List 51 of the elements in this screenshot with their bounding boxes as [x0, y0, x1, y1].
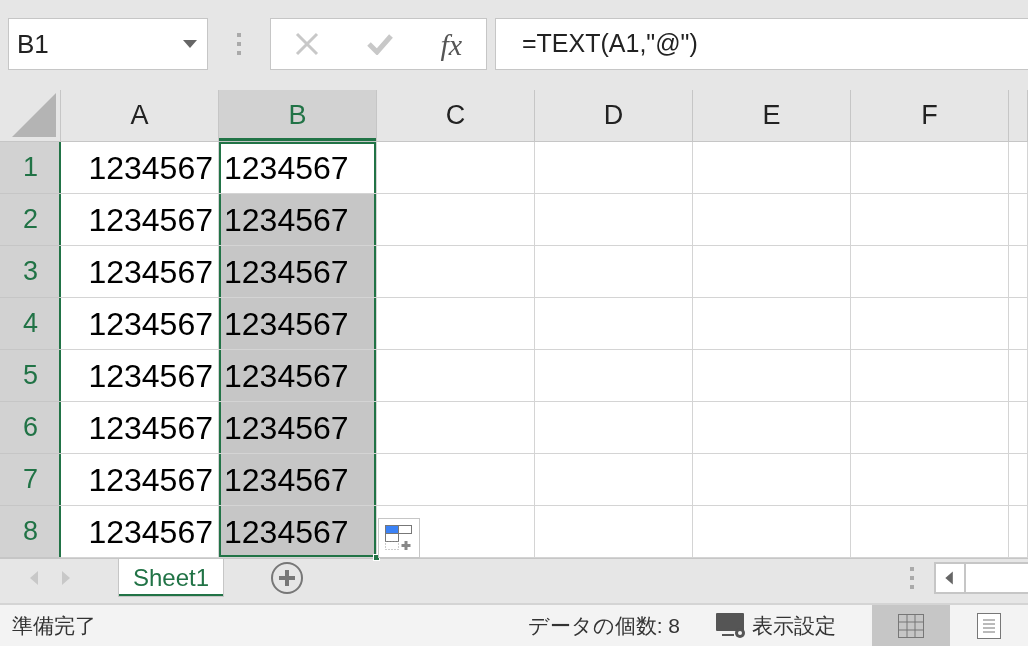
scroll-right-icon[interactable] — [62, 571, 70, 585]
grip-dots-icon — [910, 567, 914, 589]
column-header[interactable]: E — [693, 90, 851, 142]
grip-dots-icon — [237, 33, 241, 55]
grid-icon — [898, 613, 924, 638]
quick-analysis-button[interactable] — [378, 518, 420, 558]
table-cell: 1234567 — [219, 298, 377, 350]
check-icon[interactable] — [366, 33, 393, 55]
row-header[interactable]: 5 — [0, 350, 61, 402]
row-header[interactable]: 3 — [0, 246, 61, 298]
table-cell — [1009, 402, 1028, 454]
row-header[interactable]: 4 — [0, 298, 61, 350]
column-header[interactable]: C — [377, 90, 535, 142]
name-box[interactable]: B1 — [8, 18, 208, 70]
table-cell: 1234567 — [219, 454, 377, 506]
formula-bar[interactable]: =TEXT(A1,"@") — [495, 18, 1028, 70]
cancel-icon[interactable] — [294, 32, 319, 56]
column-header[interactable] — [1009, 90, 1028, 142]
display-settings-button[interactable]: 表示設定 — [716, 609, 836, 642]
table-cell: 1234567 — [219, 246, 377, 298]
quick-analysis-icon — [385, 525, 413, 551]
add-sheet-icon[interactable] — [270, 561, 305, 595]
column-header[interactable]: B — [219, 90, 377, 142]
select-all-button[interactable] — [0, 90, 61, 142]
table-cell: 1234567 — [219, 194, 377, 246]
count-summary: データの個数: 8 — [527, 612, 680, 639]
sheet-tab[interactable]: Sheet1 — [118, 559, 225, 597]
table-cell — [1009, 350, 1028, 402]
horizontal-scrollbar[interactable] — [934, 562, 1028, 594]
row-header[interactable]: 2 — [0, 194, 61, 246]
table-cell — [1009, 298, 1028, 350]
column-header[interactable]: F — [851, 90, 1009, 142]
table-cell — [1009, 454, 1028, 506]
table-cell: 1234567 — [219, 402, 377, 454]
status-text: 準備完了 — [12, 612, 96, 639]
dropdown-caret-icon[interactable] — [183, 40, 197, 48]
monitor-gear-icon — [716, 612, 748, 639]
table-cell — [1009, 246, 1028, 298]
table-cell: 1234567 — [219, 350, 377, 402]
row-header[interactable]: 7 — [0, 454, 61, 506]
table-cell — [1009, 142, 1028, 194]
normal-view-button[interactable] — [872, 605, 950, 646]
page-icon — [977, 612, 1001, 639]
table-cell: 1234567 — [219, 142, 377, 194]
column-header[interactable]: A — [61, 90, 219, 142]
insert-function-button[interactable]: fx — [440, 21, 463, 67]
row-header[interactable]: 8 — [0, 506, 61, 558]
row-header[interactable]: 1 — [0, 142, 61, 194]
column-header[interactable]: D — [535, 90, 693, 142]
row-header[interactable]: 6 — [0, 402, 61, 454]
table-cell — [1009, 194, 1028, 246]
